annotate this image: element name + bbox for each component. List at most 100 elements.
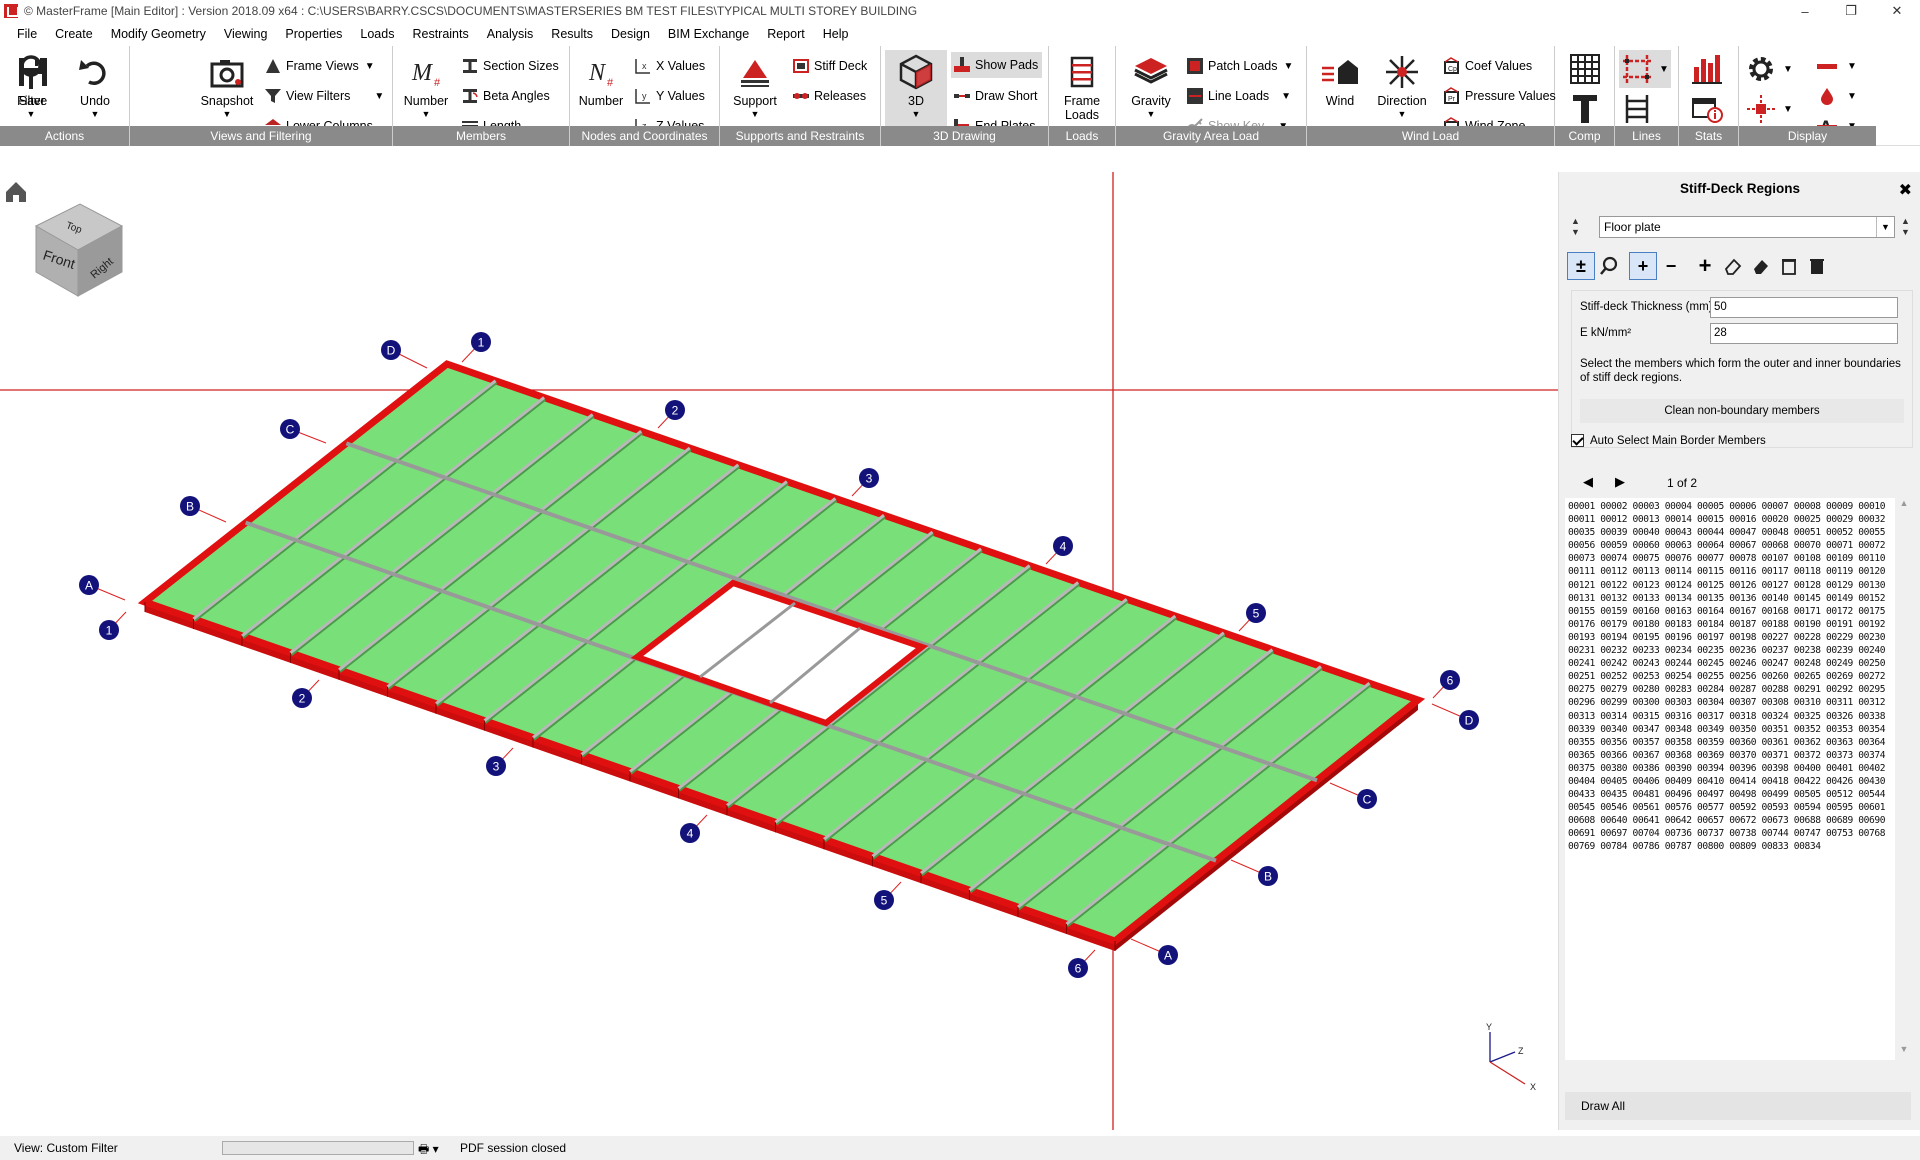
prev-page-icon[interactable]: ◀ <box>1583 474 1593 490</box>
menu-results[interactable]: Results <box>542 22 602 46</box>
frame-views-dropdown-icon[interactable]: ▼ <box>365 61 375 72</box>
frame-loads-button[interactable]: Frame Loads <box>1051 50 1113 126</box>
filter-button[interactable]: Filter ▼ <box>0 50 62 126</box>
snapshot-button[interactable]: Snapshot ▼ <box>196 50 258 126</box>
view-filters-dropdown-icon[interactable]: ▼ <box>374 91 384 102</box>
menu-viewing[interactable]: Viewing <box>215 22 277 46</box>
line-loads-button[interactable]: Line Loads ▼ <box>1186 84 1291 108</box>
home-icon[interactable] <box>6 182 26 202</box>
view-cube[interactable]: Top Front Right <box>34 203 124 297</box>
menu-file[interactable]: File <box>8 22 46 46</box>
display-node-dropdown-icon[interactable]: ▼ <box>1783 104 1793 115</box>
thickness-input[interactable]: 50 <box>1710 297 1898 318</box>
comp-grid-button[interactable] <box>1569 52 1605 86</box>
patch-loads-dropdown-icon[interactable]: ▼ <box>1284 61 1294 72</box>
lines-grid-button[interactable]: ▼ <box>1619 50 1671 88</box>
lines-dropdown-icon[interactable]: ▼ <box>1659 64 1669 75</box>
pressure-values-button[interactable]: Pr Pressure Values <box>1443 84 1556 108</box>
menu-design[interactable]: Design <box>602 22 659 46</box>
region-select[interactable]: Floor plate ▼ <box>1599 216 1895 238</box>
3d-viewport[interactable]: Top Front Right D C B A D C B A 1 2 3 4 5 6 1 2 3 4 5 6 Y Z… <box>0 172 1563 1130</box>
node-number-button[interactable]: N # Number <box>570 50 632 126</box>
stats-chart-button[interactable] <box>1691 52 1727 86</box>
beta-angles-button[interactable]: Beta Angles <box>461 84 550 108</box>
next-page-icon[interactable]: ▶ <box>1615 474 1625 490</box>
eraser-filled-icon[interactable] <box>1747 252 1775 280</box>
auto-select-checkbox-row[interactable]: Auto Select Main Border Members <box>1571 434 1766 447</box>
comp-column-button[interactable] <box>1569 92 1605 126</box>
remove-select-icon[interactable]: − <box>1657 252 1685 280</box>
member-list-scrollbar[interactable]: ▲ ▼ <box>1897 498 1911 1060</box>
e-modulus-input[interactable]: 28 <box>1710 323 1898 344</box>
filter-dropdown-icon[interactable]: ▼ <box>27 109 36 119</box>
auto-select-checkbox[interactable] <box>1571 434 1584 447</box>
menu-help[interactable]: Help <box>814 22 858 46</box>
clean-non-boundary-button[interactable]: Clean non-boundary members <box>1580 399 1904 423</box>
menu-loads[interactable]: Loads <box>351 22 403 46</box>
wind-button[interactable]: Wind <box>1309 50 1371 126</box>
trash-icon[interactable] <box>1775 252 1803 280</box>
releases-button[interactable]: Releases <box>792 84 866 108</box>
eraser-icon[interactable] <box>1719 252 1747 280</box>
printer-icon[interactable]: 🖶 ▾ <box>418 1140 439 1160</box>
line-loads-dropdown-icon[interactable]: ▼ <box>1281 91 1291 102</box>
display-node-button[interactable]: ▼ <box>1745 92 1793 126</box>
display-settings-dropdown-icon[interactable]: ▼ <box>1783 64 1793 75</box>
section-sizes-button[interactable]: Section Sizes <box>461 54 559 78</box>
close-window-button[interactable]: ✕ <box>1874 0 1920 22</box>
menu-properties[interactable]: Properties <box>276 22 351 46</box>
3d-dropdown-icon[interactable]: ▼ <box>912 109 921 119</box>
draw-short-button[interactable]: Draw Short <box>953 84 1038 108</box>
region-updown-icon[interactable]: ▲ ▼ <box>1571 216 1585 240</box>
chevron-down-icon[interactable]: ▼ <box>1876 217 1894 237</box>
member-number-button[interactable]: M # Number ▼ <box>395 50 457 126</box>
y-values-button[interactable]: y Y Values <box>634 84 705 108</box>
restore-button[interactable]: ❐ <box>1828 0 1874 22</box>
display-line-dropdown-icon[interactable]: ▼ <box>1847 61 1857 72</box>
display-settings-button[interactable]: ▼ <box>1745 52 1793 86</box>
drop-icon <box>1821 88 1833 105</box>
search-icon[interactable] <box>1595 252 1623 280</box>
stiff-deck-button[interactable]: Stiff Deck <box>792 54 867 78</box>
frame-views-button[interactable]: Frame Views ▼ <box>264 54 375 78</box>
group-label-views: Views and Filtering <box>130 126 392 146</box>
menu-create[interactable]: Create <box>46 22 102 46</box>
3d-view-button[interactable]: 3D ▼ <box>885 50 947 126</box>
menu-restraints[interactable]: Restraints <box>403 22 477 46</box>
menu-analysis[interactable]: Analysis <box>478 22 543 46</box>
snapshot-dropdown-icon[interactable]: ▼ <box>223 109 232 119</box>
gravity-dropdown-icon[interactable]: ▼ <box>1147 109 1156 119</box>
minimize-button[interactable]: – <box>1782 0 1828 22</box>
add-select-icon[interactable]: + <box>1629 252 1657 280</box>
trash-all-icon[interactable] <box>1803 252 1831 280</box>
patch-loads-button[interactable]: Patch Loads ▼ <box>1186 54 1293 78</box>
display-colour-dropdown-icon[interactable]: ▼ <box>1847 91 1857 102</box>
model-drawing[interactable]: Top Front Right D C B A D C B A 1 2 3 4 5 6 1 2 3 4 5 6 Y Z… <box>0 172 1563 1130</box>
panel-close-icon[interactable]: ✖ <box>1899 180 1912 200</box>
toggle-select-icon[interactable]: ± <box>1567 252 1595 280</box>
region-updown-icon-right[interactable]: ▲ ▼ <box>1901 216 1915 240</box>
member-number-dropdown-icon[interactable]: ▼ <box>422 109 431 119</box>
gravity-button[interactable]: Gravity ▼ <box>1120 50 1182 126</box>
coef-values-button[interactable]: Cp Coef Values <box>1443 54 1532 78</box>
support-dropdown-icon[interactable]: ▼ <box>751 109 760 119</box>
show-pads-button[interactable]: Show Pads <box>951 52 1043 78</box>
direction-dropdown-icon[interactable]: ▼ <box>1398 109 1407 119</box>
view-filters-button[interactable]: View Filters ▼ <box>264 84 384 108</box>
member-list[interactable]: 00001 00002 00003 00004 00005 00006 0000… <box>1565 498 1895 1060</box>
stats-info-button[interactable] <box>1691 92 1727 126</box>
lines-ladder-button[interactable] <box>1621 92 1657 126</box>
undo-button[interactable]: Undo ▼ <box>64 50 126 126</box>
support-button[interactable]: Support ▼ <box>724 50 786 126</box>
menu-report[interactable]: Report <box>758 22 814 46</box>
undo-dropdown-icon[interactable]: ▼ <box>91 109 100 119</box>
display-line-button[interactable]: ▼ <box>1815 54 1857 78</box>
add-region-icon[interactable]: + <box>1691 252 1719 280</box>
menu-modify-geometry[interactable]: Modify Geometry <box>102 22 215 46</box>
display-colour-button[interactable]: ▼ <box>1815 84 1857 108</box>
x-values-button[interactable]: x X Values <box>634 54 705 78</box>
releases-icon <box>793 93 809 99</box>
wind-direction-button[interactable]: Direction ▼ <box>1371 50 1433 126</box>
menu-bim-exchange[interactable]: BIM Exchange <box>659 22 758 46</box>
draw-all-button[interactable]: Draw All <box>1565 1092 1911 1120</box>
